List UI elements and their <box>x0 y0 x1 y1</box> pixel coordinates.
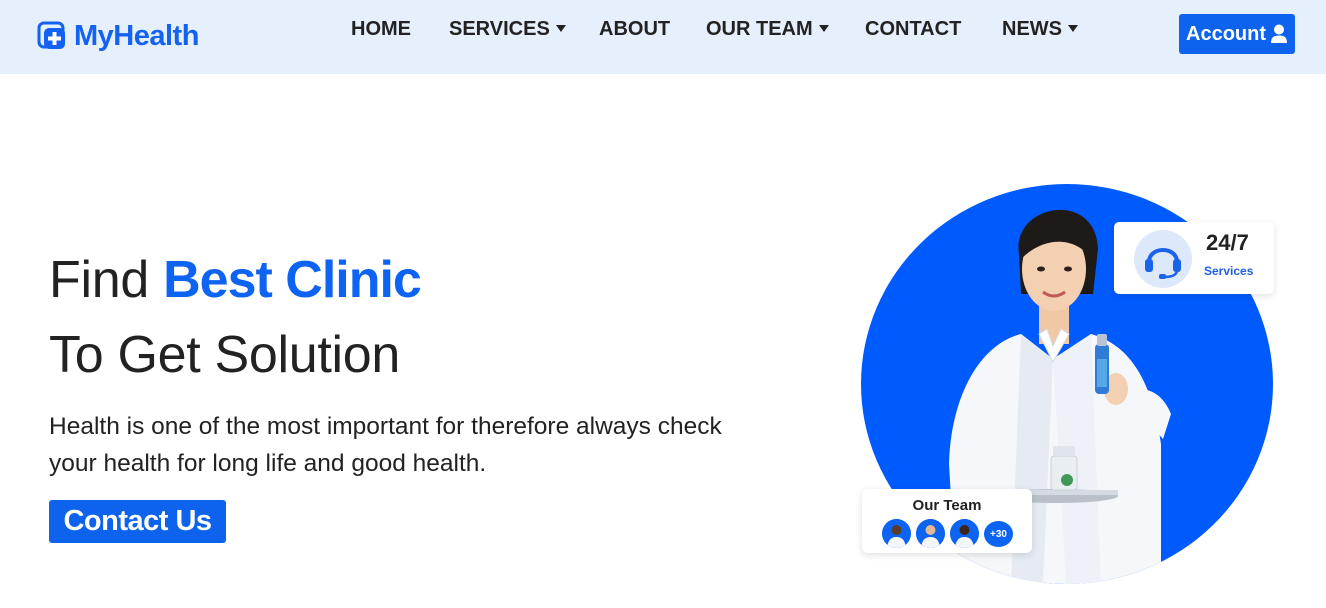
hero-title-highlight: Best Clinic <box>163 251 422 309</box>
caret-down-icon <box>1068 24 1078 32</box>
medical-cross-icon <box>37 21 67 51</box>
navbar: MyHealth HOME SERVICES ABOUT OUR TEAM CO… <box>0 0 1326 74</box>
nav-about[interactable]: ABOUT <box>599 16 670 42</box>
support-circle <box>1134 230 1192 288</box>
hero-title-part1: Find <box>49 251 164 309</box>
hero-title-line1: Find Best Clinic <box>49 250 422 310</box>
hero-title-line2: To Get Solution <box>49 326 401 384</box>
contact-us-button[interactable]: Contact Us <box>49 500 226 543</box>
nav-contact[interactable]: CONTACT <box>865 16 961 42</box>
services-label: Services <box>1204 264 1254 278</box>
nav-home[interactable]: HOME <box>351 16 411 42</box>
caret-down-icon <box>818 24 829 32</box>
nav-services[interactable]: SERVICES <box>449 16 566 42</box>
avatar <box>916 519 945 548</box>
headset-icon <box>1145 248 1181 279</box>
team-card: Our Team +30 <box>862 489 1032 553</box>
team-title: Our Team <box>912 497 982 514</box>
caret-down-icon <box>555 24 566 32</box>
nav-home-label: HOME <box>351 17 411 40</box>
services-value: 24/7 <box>1206 230 1249 255</box>
nav-news-label: NEWS <box>1002 17 1062 40</box>
account-button[interactable]: Account <box>1179 14 1295 54</box>
avatar <box>950 519 979 548</box>
nav-news[interactable]: NEWS <box>1002 16 1078 42</box>
user-icon <box>1270 24 1288 44</box>
nav-services-label: SERVICES <box>449 17 550 40</box>
nav-our-team[interactable]: OUR TEAM <box>706 16 829 42</box>
brand-logo[interactable]: MyHealth <box>37 16 199 56</box>
hero-description: Health is one of the most important for … <box>49 413 722 477</box>
team-more-count: +30 <box>984 521 1013 547</box>
services-card: 24/7 Services <box>1114 222 1274 294</box>
avatar <box>882 519 911 548</box>
nav-contact-label: CONTACT <box>865 17 962 40</box>
nav-our-team-label: OUR TEAM <box>706 17 813 40</box>
brand-name: MyHealth <box>74 19 199 52</box>
nav-about-label: ABOUT <box>599 17 671 40</box>
account-label: Account <box>1186 22 1266 45</box>
